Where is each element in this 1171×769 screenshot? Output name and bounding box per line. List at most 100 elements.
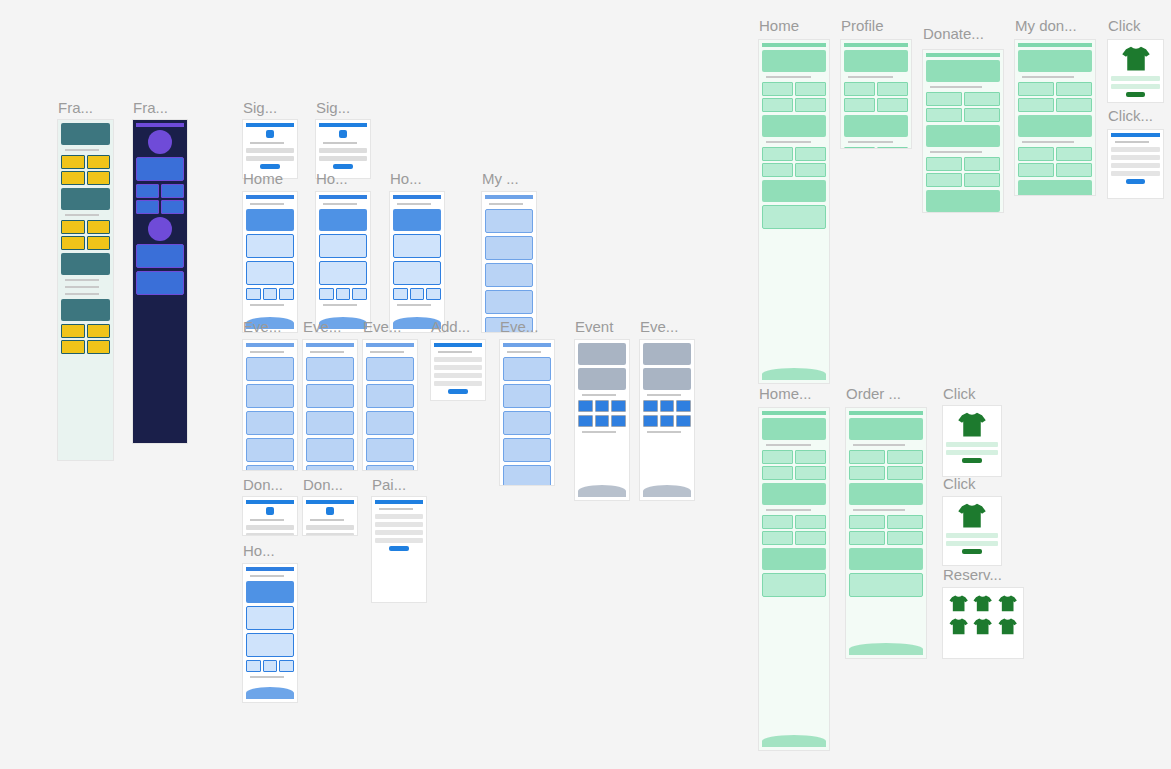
- thumb-cell: [964, 92, 1000, 106]
- frame-label[interactable]: Order ...: [846, 386, 901, 401]
- design-frame[interactable]: [923, 50, 1003, 212]
- tshirt-icon: [1121, 43, 1151, 73]
- thumb-shape: [246, 438, 294, 462]
- thumb-shape: [503, 343, 551, 347]
- thumb-shape: [844, 115, 908, 137]
- frame-label[interactable]: Donate...: [923, 26, 984, 41]
- thumb-shape: [762, 418, 826, 440]
- design-frame[interactable]: [943, 406, 1001, 476]
- thumb-shape: [926, 125, 1000, 147]
- thumb-shape: [926, 92, 1000, 122]
- design-frame[interactable]: [575, 340, 629, 500]
- frame-label[interactable]: Home: [759, 18, 799, 33]
- thumb-cell: [887, 531, 923, 545]
- frame-label[interactable]: Pai...: [372, 477, 406, 492]
- design-frame[interactable]: [303, 340, 357, 470]
- design-frame[interactable]: [243, 192, 297, 332]
- design-frame[interactable]: [243, 564, 297, 702]
- frame-label[interactable]: Eve...: [363, 319, 401, 334]
- frame-label[interactable]: Event: [575, 319, 613, 334]
- frame-label[interactable]: Ho...: [243, 543, 275, 558]
- thumb-cell: [795, 98, 826, 112]
- thumb-cell: [352, 288, 367, 300]
- design-frame[interactable]: [841, 40, 911, 148]
- frame-label[interactable]: Add...: [431, 319, 470, 334]
- thumb-shape: [962, 549, 983, 554]
- frame-label[interactable]: Click: [943, 386, 976, 401]
- design-frame[interactable]: [943, 588, 1023, 658]
- thumb-shape: [65, 214, 99, 216]
- tshirt-icon: [997, 593, 1018, 613]
- frame-label[interactable]: Sig...: [316, 100, 350, 115]
- design-frame[interactable]: [500, 340, 554, 485]
- thumb-shape: [1018, 180, 1092, 195]
- thumb-cell: [263, 660, 278, 672]
- thumb-shape: [148, 130, 172, 154]
- thumb-shape: [643, 485, 691, 497]
- design-canvas[interactable]: Fra... Fra... Sig... Sig... Home Ho... Ho... My…: [0, 0, 1171, 769]
- design-frame[interactable]: [1015, 40, 1095, 195]
- thumb-shape: [323, 304, 357, 306]
- thumb-shape: [61, 188, 110, 210]
- frame-label[interactable]: Profile: [841, 18, 884, 33]
- frame-label[interactable]: Home: [243, 171, 283, 186]
- thumb-cell: [762, 98, 793, 112]
- frame-label[interactable]: Ho...: [316, 171, 348, 186]
- frame-label[interactable]: Eve...: [640, 319, 678, 334]
- thumb-cell: [578, 400, 593, 412]
- thumb-shape: [1022, 141, 1074, 143]
- frame-label[interactable]: My ...: [482, 171, 519, 186]
- frame-label[interactable]: My don...: [1015, 18, 1077, 33]
- frame-label[interactable]: Don...: [303, 477, 343, 492]
- design-frame[interactable]: [1108, 40, 1163, 102]
- design-frame[interactable]: [243, 120, 297, 178]
- thumb-cell: [61, 220, 85, 234]
- design-frame[interactable]: [303, 497, 357, 535]
- frame-label[interactable]: Reserv...: [943, 567, 1002, 582]
- design-frame[interactable]: [846, 408, 926, 658]
- frame-label[interactable]: Click: [1108, 18, 1141, 33]
- thumb-cell: [426, 288, 441, 300]
- frame-label[interactable]: Fra...: [133, 100, 168, 115]
- thumb-shape: [1111, 163, 1160, 168]
- design-frame[interactable]: [943, 497, 1001, 565]
- thumb-shape: [366, 465, 414, 470]
- frame-label[interactable]: Don...: [243, 477, 283, 492]
- design-frame[interactable]: [316, 120, 370, 178]
- design-frame[interactable]: [1108, 130, 1163, 198]
- frame-label[interactable]: Home...: [759, 386, 812, 401]
- thumb-shape: [946, 409, 998, 439]
- thumb-shape: [848, 141, 893, 143]
- design-frame[interactable]: [372, 497, 426, 602]
- design-frame[interactable]: [431, 340, 485, 400]
- design-frame[interactable]: [759, 408, 829, 750]
- frame-label[interactable]: Eve...: [243, 319, 281, 334]
- thumb-shape: [1111, 76, 1160, 81]
- thumb-shape: [246, 261, 294, 285]
- thumb-shape: [1018, 82, 1092, 112]
- design-frame[interactable]: [363, 340, 417, 470]
- design-frame[interactable]: [390, 192, 444, 332]
- thumb-shape: [766, 509, 811, 511]
- thumb-shape: [61, 220, 110, 250]
- frame-label[interactable]: Fra...: [58, 100, 93, 115]
- thumb-shape: [393, 195, 441, 199]
- design-frame[interactable]: [133, 120, 187, 443]
- thumb-shape: [246, 123, 294, 127]
- design-frame[interactable]: [759, 40, 829, 383]
- design-frame[interactable]: [243, 340, 297, 470]
- frame-label[interactable]: Ho...: [390, 171, 422, 186]
- tshirt-icon: [948, 616, 969, 636]
- design-frame[interactable]: [316, 192, 370, 332]
- frame-label[interactable]: Sig...: [243, 100, 277, 115]
- frame-label[interactable]: Eve...: [303, 319, 341, 334]
- design-frame[interactable]: [58, 120, 113, 460]
- thumb-shape: [762, 573, 826, 597]
- frame-label[interactable]: Click: [943, 476, 976, 491]
- design-frame[interactable]: [243, 497, 297, 535]
- frame-label[interactable]: Click...: [1108, 108, 1153, 123]
- thumb-shape: [578, 368, 626, 390]
- design-frame[interactable]: [482, 192, 536, 332]
- design-frame[interactable]: [640, 340, 694, 500]
- frame-label[interactable]: Eve...: [500, 319, 538, 334]
